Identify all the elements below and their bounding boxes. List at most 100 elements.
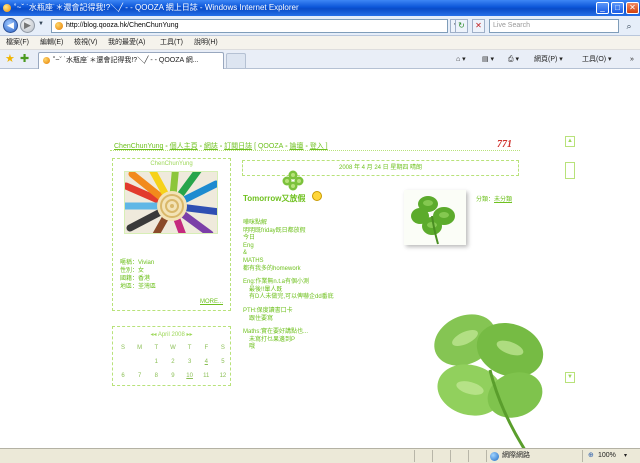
menu-edit[interactable]: 編輯(E) (40, 36, 63, 50)
menu-help[interactable]: 說明(H) (194, 36, 218, 50)
post-line: 哦 (249, 344, 256, 351)
profile-nickname: 暱稱：Vivian (120, 260, 155, 266)
nav-home-link[interactable]: 個人主頁 (170, 143, 198, 150)
calendar-weekday-row: S M T W T F S (117, 345, 229, 351)
menu-file[interactable]: 檔案(F) (6, 36, 29, 50)
nav-diary-link[interactable]: 網誌 (204, 143, 218, 150)
calendar-day[interactable]: 11 (200, 373, 212, 379)
calendar-day[interactable]: 6 (117, 373, 129, 379)
calendar-weekday: S (220, 345, 225, 351)
calendar-day[interactable]: 4 (200, 359, 212, 365)
search-input[interactable]: Live Search (489, 19, 619, 33)
profile-more-link[interactable]: MORE... (200, 299, 223, 305)
category-label: 分類： (476, 197, 495, 203)
profile-name: ChenChunYung (150, 161, 193, 167)
nav-forum-link[interactable]: 論壇 (290, 143, 304, 150)
nav-owner-link[interactable]: ChenChunYung (114, 143, 163, 150)
zoom-icon[interactable]: ⊕ (588, 449, 594, 463)
window-title: ˚~ˇ ˙水瓶座˙＊還會記得我!?＼╱ - - QOOZA 網上日誌 - Win… (14, 3, 299, 12)
forward-button[interactable]: ▶ (20, 18, 35, 33)
scroll-up-button[interactable]: ▲ (565, 136, 575, 147)
tab-favicon-icon (43, 57, 50, 64)
address-input[interactable]: http://blog.qooza.hk/ChenChunYung (51, 19, 448, 33)
status-separator (414, 450, 415, 462)
calendar-day[interactable]: 3 (184, 359, 196, 365)
add-favorite-icon[interactable]: ✚ (20, 53, 29, 65)
favorites-star-icon[interactable]: ★ (5, 53, 15, 65)
back-button[interactable]: ◀ (3, 18, 18, 33)
close-window-button[interactable]: ✕ (626, 2, 639, 14)
tab-label: ˚~ˇ ˙水瓶座˙＊還會記得我!?＼╱ - - QOOZA 網... (53, 57, 199, 64)
post-line: Eng (243, 242, 254, 249)
internet-zone-icon (490, 452, 499, 461)
refresh-button[interactable]: ↻ (455, 19, 468, 33)
page-content: ChenChunYung - 個人主頁 - 網誌 - 訂閱日誌 [ QOOZA … (0, 70, 640, 448)
status-separator (468, 450, 469, 462)
status-separator (582, 450, 583, 462)
post-line: Maths:實在要好講點也... (243, 329, 309, 336)
post-line: & (243, 250, 248, 257)
calendar-day[interactable]: 8 (150, 373, 162, 379)
page-favicon-icon (55, 22, 63, 30)
nav-subscribe-link[interactable]: 訂閱日誌 (224, 143, 252, 150)
profile-info: 暱稱：Vivian 性別：女 國籍：香港 地區：荃灣區 (120, 259, 156, 291)
calendar-day[interactable]: 12 (217, 373, 229, 379)
profile-gender: 性別：女 (120, 268, 145, 274)
home-icon[interactable]: ⌂ ▾ (456, 53, 466, 66)
nav-qooza-link[interactable]: [ QOOZA (254, 143, 283, 150)
calendar-month-nav[interactable]: ◂◂ April 2008 ▸▸ (113, 331, 230, 338)
calendar-weekday: W (170, 345, 176, 351)
calendar-weekday: T (154, 345, 159, 351)
feeds-icon[interactable]: ▤ ▾ (482, 53, 494, 66)
new-tab-button[interactable] (226, 53, 246, 68)
post-line: 都有我多的homework (243, 265, 301, 272)
menu-tools[interactable]: 工具(T) (160, 36, 183, 50)
status-separator (486, 450, 487, 462)
category-link[interactable]: 未分類 (494, 197, 512, 203)
clover-background-image (434, 314, 544, 448)
visitor-counter: 771 (497, 139, 512, 150)
status-bar: 網際網路 ⊕ 100% ▾ (0, 448, 640, 463)
calendar-day[interactable]: 7 (134, 373, 146, 379)
zoom-dropdown-icon[interactable]: ▾ (624, 449, 627, 463)
tab-current-page[interactable]: ˚~ˇ ˙水瓶座˙＊還會記得我!?＼╱ - - QOOZA 網... (38, 52, 224, 69)
minimize-button[interactable]: _ (596, 2, 609, 14)
calendar-weekday: T (187, 345, 192, 351)
calendar-day (117, 359, 129, 365)
nav-login-link[interactable]: 登入 ] (310, 143, 328, 150)
page-menu-button[interactable]: 網頁(P) ▾ (534, 53, 563, 66)
calendar-panel: ◂◂ April 2008 ▸▸ S M T W T F S 1 2 3 4 5… (112, 326, 231, 386)
post-body: 嘩咪點解 明明既friday既日都放假 今日 Eng & MATHS 都有我多的… (243, 220, 413, 352)
history-dropdown-icon[interactable]: ▼ (38, 21, 44, 27)
security-zone: 網際網路 (502, 452, 530, 459)
zoom-level[interactable]: 100% (598, 449, 616, 463)
post-title[interactable]: Tomorrow又放假 (243, 193, 306, 204)
stop-button[interactable]: ✕ (472, 19, 485, 33)
calendar-day[interactable]: 5 (217, 359, 229, 365)
scroll-track[interactable] (565, 162, 575, 179)
scroll-down-button[interactable]: ▼ (565, 372, 575, 383)
status-separator (450, 450, 451, 462)
post-line: 有D人未做完,可以俾嚇企dd番底 (249, 294, 334, 301)
calendar-weekday: S (120, 345, 125, 351)
calendar-day[interactable]: 9 (167, 373, 179, 379)
tools-menu-button[interactable]: 工具(O) ▾ (582, 53, 612, 66)
calendar-day[interactable]: 1 (150, 359, 162, 365)
menu-favorites[interactable]: 我的最愛(A) (108, 36, 145, 50)
menu-view[interactable]: 檢視(V) (74, 36, 97, 50)
divider (110, 150, 520, 151)
maximize-button[interactable]: □ (611, 2, 624, 14)
calendar-weekday: M (137, 345, 143, 351)
address-url: http://blog.qooza.hk/ChenChunYung (66, 22, 179, 29)
calendar-day[interactable]: 10 (184, 373, 196, 379)
print-icon[interactable]: ⎙ ▾ (508, 53, 519, 66)
search-icon[interactable]: ⌕ (622, 19, 636, 33)
post-line: 今日 (243, 235, 256, 242)
calendar-weekday: F (204, 345, 209, 351)
clover-icon (282, 170, 304, 191)
ie-icon (3, 4, 11, 12)
calendar-day[interactable]: 2 (167, 359, 179, 365)
post-line: Eng:作業無n.t.a有個小測 (243, 279, 310, 286)
more-tools-button[interactable]: » (630, 53, 634, 66)
menu-bar: 檔案(F) 編輯(E) 檢視(V) 我的最愛(A) 工具(T) 說明(H) (0, 36, 640, 50)
